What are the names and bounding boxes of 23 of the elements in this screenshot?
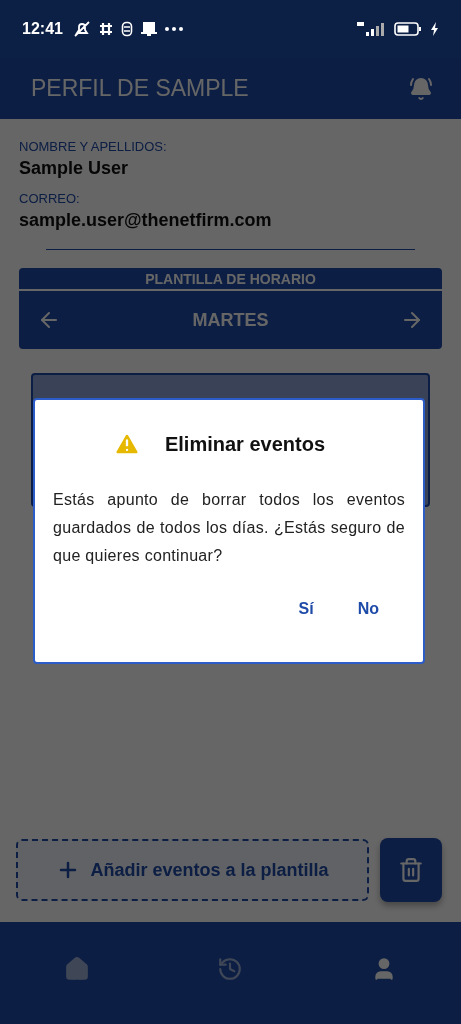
bell-icon[interactable] [409,76,433,101]
delete-button[interactable] [380,838,442,902]
charging-icon [430,22,439,36]
trash-icon [398,857,424,883]
battery-icon [394,22,422,36]
laptop-icon [140,21,157,37]
field-label: NOMBRE Y APELLIDOS: [19,139,168,154]
page-title: PERFIL DE SAMPLE [31,75,249,102]
day-name: MARTES [192,309,269,331]
signal-icon [356,21,386,37]
hash-icon [98,22,113,36]
field-label: CORREO: [19,191,81,206]
muted-bell-icon [72,20,91,38]
dialog-button[interactable]: Sí [294,596,318,622]
field-value: Sample User [19,158,130,179]
dialog-message: Estás apunto de borrar todos los eventos guardados de todos los días. ¿Estás seguro de que quieres continuar? [53,490,405,566]
dialog-title: Eliminar eventos [164,432,326,456]
dialog-button[interactable]: No [353,596,383,622]
field-value: sample.user@thenetfirm.com [19,210,273,231]
more-icon [164,27,183,31]
status-time: 12:41 [22,20,63,38]
schedule-title: PLANTILLA DE HORARIO [19,268,442,291]
app-icon [120,21,133,37]
